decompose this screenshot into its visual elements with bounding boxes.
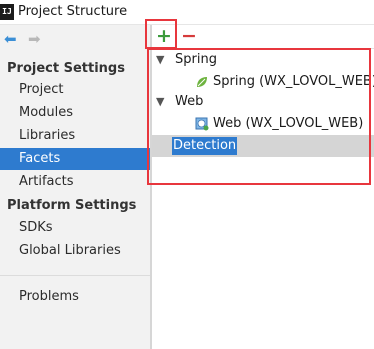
chevron-down-icon[interactable]: ▼ bbox=[156, 49, 164, 71]
tree-node-spring[interactable]: ▼ Spring bbox=[152, 49, 374, 71]
sidebar-item-problems[interactable]: Problems bbox=[0, 286, 150, 308]
chevron-down-icon[interactable]: ▼ bbox=[156, 91, 164, 113]
arrow-right-icon[interactable]: ➡ bbox=[28, 31, 41, 47]
project-settings-header: Project Settings bbox=[7, 61, 125, 76]
title-bar: IJ Project Structure bbox=[0, 0, 374, 25]
tree-node-web[interactable]: ▼ Web bbox=[152, 91, 374, 113]
web-facet-label: Web (WX_LOVOL_WEB) bbox=[213, 116, 364, 131]
spring-group-label: Spring bbox=[175, 52, 217, 67]
sidebar-item-global-libraries[interactable]: Global Libraries bbox=[0, 240, 150, 262]
sidebar-item-sdks[interactable]: SDKs bbox=[0, 217, 150, 239]
tree-node-spring-facet[interactable]: Spring (WX_LOVOL_WEB) bbox=[152, 71, 374, 93]
facets-toolbar: + − bbox=[152, 25, 374, 49]
sidebar-item-libraries[interactable]: Libraries bbox=[0, 125, 150, 147]
tree-node-web-facet[interactable]: Web (WX_LOVOL_WEB) bbox=[152, 113, 374, 135]
settings-sidebar: ⬅ ➡ Project Settings Project Modules Lib… bbox=[0, 25, 150, 349]
platform-settings-header: Platform Settings bbox=[7, 198, 137, 213]
spring-facet-label: Spring (WX_LOVOL_WEB) bbox=[213, 74, 374, 89]
add-facet-button[interactable]: + bbox=[155, 27, 173, 46]
spring-leaf-icon bbox=[197, 77, 207, 87]
remove-facet-button[interactable]: − bbox=[180, 27, 198, 46]
web-group-label: Web bbox=[175, 94, 204, 109]
sidebar-item-artifacts[interactable]: Artifacts bbox=[0, 171, 150, 193]
sidebar-item-facets[interactable]: Facets bbox=[0, 148, 150, 170]
window-title: Project Structure bbox=[18, 4, 128, 19]
sidebar-divider bbox=[0, 275, 150, 276]
tree-node-detection[interactable]: Detection bbox=[152, 135, 374, 157]
sidebar-item-project[interactable]: Project bbox=[0, 79, 150, 101]
sidebar-item-modules[interactable]: Modules bbox=[0, 102, 150, 124]
arrow-left-icon[interactable]: ⬅ bbox=[4, 31, 17, 47]
web-globe-icon bbox=[195, 117, 209, 131]
facets-panel: + − ▼ Spring Spring (WX_LOVOL_WEB) ▼ Web… bbox=[152, 25, 374, 349]
detection-label: Detection bbox=[172, 137, 238, 155]
intellij-app-icon: IJ bbox=[0, 4, 14, 20]
